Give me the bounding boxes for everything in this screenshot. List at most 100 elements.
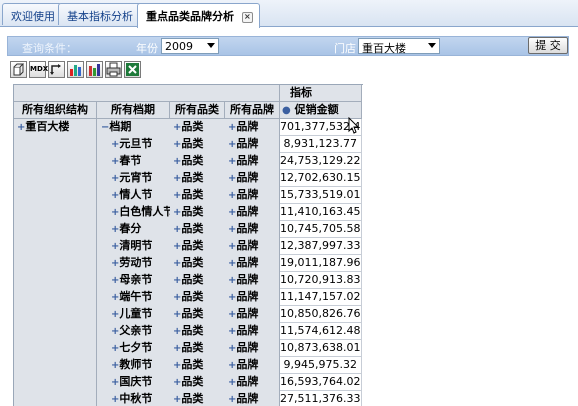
category-member[interactable]: +品类 [170,221,225,238]
cube-icon[interactable] [10,61,27,78]
dim-header-org[interactable]: 所有组织结构 [14,102,97,119]
promo-amount-cell: 15,733,519.01 [280,187,362,204]
brand-member[interactable]: +品牌 [225,119,280,136]
period-label: 春分 [119,222,142,235]
period-label: 元旦节 [119,137,153,150]
brand-member[interactable]: +品牌 [225,238,280,255]
brand-member[interactable]: +品牌 [225,289,280,306]
category-member[interactable]: +品类 [170,238,225,255]
brand-member[interactable]: +品牌 [225,187,280,204]
period-member[interactable]: +劳动节 [97,255,170,272]
submit-button[interactable]: 提 交 [528,37,568,54]
category-member[interactable]: +品类 [170,391,225,406]
mdx-icon[interactable]: MDX [29,61,48,78]
category-member[interactable]: +品类 [170,255,225,272]
brand-member[interactable]: +品牌 [225,340,280,357]
promo-amount-cell: 16,593,764.02 [280,374,362,391]
brand-member[interactable]: +品牌 [225,306,280,323]
category-label: 品类 [181,137,204,150]
period-member[interactable]: +情人节 [97,187,170,204]
category-member[interactable]: +品类 [170,340,225,357]
brand-member[interactable]: +品牌 [225,272,280,289]
tab-key-category-brand[interactable]: 重点品类品牌分析 × [137,3,260,28]
period-member[interactable]: +白色情人节 [97,204,170,221]
period-member[interactable]: +春分 [97,221,170,238]
period-label: 七夕节 [119,341,153,354]
category-member[interactable]: +品类 [170,323,225,340]
promo-amount-cell: 11,147,157.02 [280,289,362,306]
tab-label: 重点品类品牌分析 [146,10,234,23]
period-member[interactable]: +母亲节 [97,272,170,289]
store-select[interactable]: 重百大楼 [358,38,440,55]
brand-member[interactable]: +品牌 [225,323,280,340]
period-member[interactable]: −档期 [97,119,170,136]
period-member[interactable]: +清明节 [97,238,170,255]
brand-member[interactable]: +品牌 [225,374,280,391]
print-icon[interactable] [105,61,122,78]
swap-axes-icon[interactable] [48,61,65,78]
category-member[interactable]: +品类 [170,306,225,323]
org-member[interactable]: +重百大楼 [14,119,97,406]
promo-amount-cell: 10,850,826.76 [280,306,362,323]
brand-member[interactable]: +品牌 [225,204,280,221]
measure-header: 指标 [280,85,362,102]
category-label: 品类 [181,341,204,354]
promo-amount-cell: 10,745,705.58 [280,221,362,238]
period-member[interactable]: +教师节 [97,357,170,374]
dim-header-brand[interactable]: 所有品牌 [225,102,280,119]
category-member[interactable]: +品类 [170,136,225,153]
brand-member[interactable]: +品牌 [225,391,280,406]
period-label: 中秋节 [119,392,153,405]
org-member-label: 重百大楼 [25,120,70,133]
category-member[interactable]: +品类 [170,289,225,306]
mouse-cursor-icon [348,117,360,134]
brand-member[interactable]: +品牌 [225,153,280,170]
pivot-table: 指标 所有组织结构 所有档期 所有品类 所有品牌 ● 促销金额 +重百大楼 −档… [13,84,363,406]
period-label: 档期 [109,120,132,133]
year-label: 年份 [136,42,158,55]
period-label: 元宵节 [119,171,153,184]
category-member[interactable]: +品类 [170,357,225,374]
period-member[interactable]: +儿童节 [97,306,170,323]
period-member[interactable]: +国庆节 [97,374,170,391]
category-member[interactable]: +品类 [170,272,225,289]
period-member[interactable]: +中秋节 [97,391,170,406]
brand-member[interactable]: +品牌 [225,136,280,153]
dim-header-period[interactable]: 所有档期 [97,102,170,119]
category-member[interactable]: +品类 [170,170,225,187]
brand-label: 品牌 [236,154,259,167]
bar-chart-icon[interactable] [67,61,84,78]
period-member[interactable]: +七夕节 [97,340,170,357]
promo-amount-cell: 19,011,187.96 [280,255,362,272]
year-select[interactable]: 2009 [161,38,219,54]
sort-icon[interactable]: ● [282,105,291,116]
column-chart-icon[interactable] [86,61,103,78]
brand-label: 品牌 [236,341,259,354]
category-label: 品类 [181,154,204,167]
period-member[interactable]: +春节 [97,153,170,170]
period-member[interactable]: +元旦节 [97,136,170,153]
category-member[interactable]: +品类 [170,119,225,136]
period-member[interactable]: +父亲节 [97,323,170,340]
year-select-value: 2009 [165,40,193,53]
period-member[interactable]: +端午节 [97,289,170,306]
brand-member[interactable]: +品牌 [225,170,280,187]
category-label: 品类 [181,392,204,405]
category-label: 品类 [181,358,204,371]
brand-member[interactable]: +品牌 [225,357,280,374]
close-icon[interactable]: × [241,12,253,23]
excel-icon[interactable] [124,61,141,78]
tab-welcome[interactable]: 欢迎使用 [2,3,62,25]
brand-member[interactable]: +品牌 [225,255,280,272]
period-member[interactable]: +元宵节 [97,170,170,187]
category-member[interactable]: +品类 [170,187,225,204]
promo-amount-cell: 8,931,123.77 [280,136,362,153]
dim-header-category[interactable]: 所有品类 [170,102,225,119]
brand-member[interactable]: +品牌 [225,221,280,238]
category-member[interactable]: +品类 [170,204,225,221]
category-member[interactable]: +品类 [170,153,225,170]
promo-amount-cell: 27,511,376.33 [280,391,362,406]
chevron-down-icon [428,43,436,48]
period-label: 春节 [119,154,142,167]
category-member[interactable]: +品类 [170,374,225,391]
